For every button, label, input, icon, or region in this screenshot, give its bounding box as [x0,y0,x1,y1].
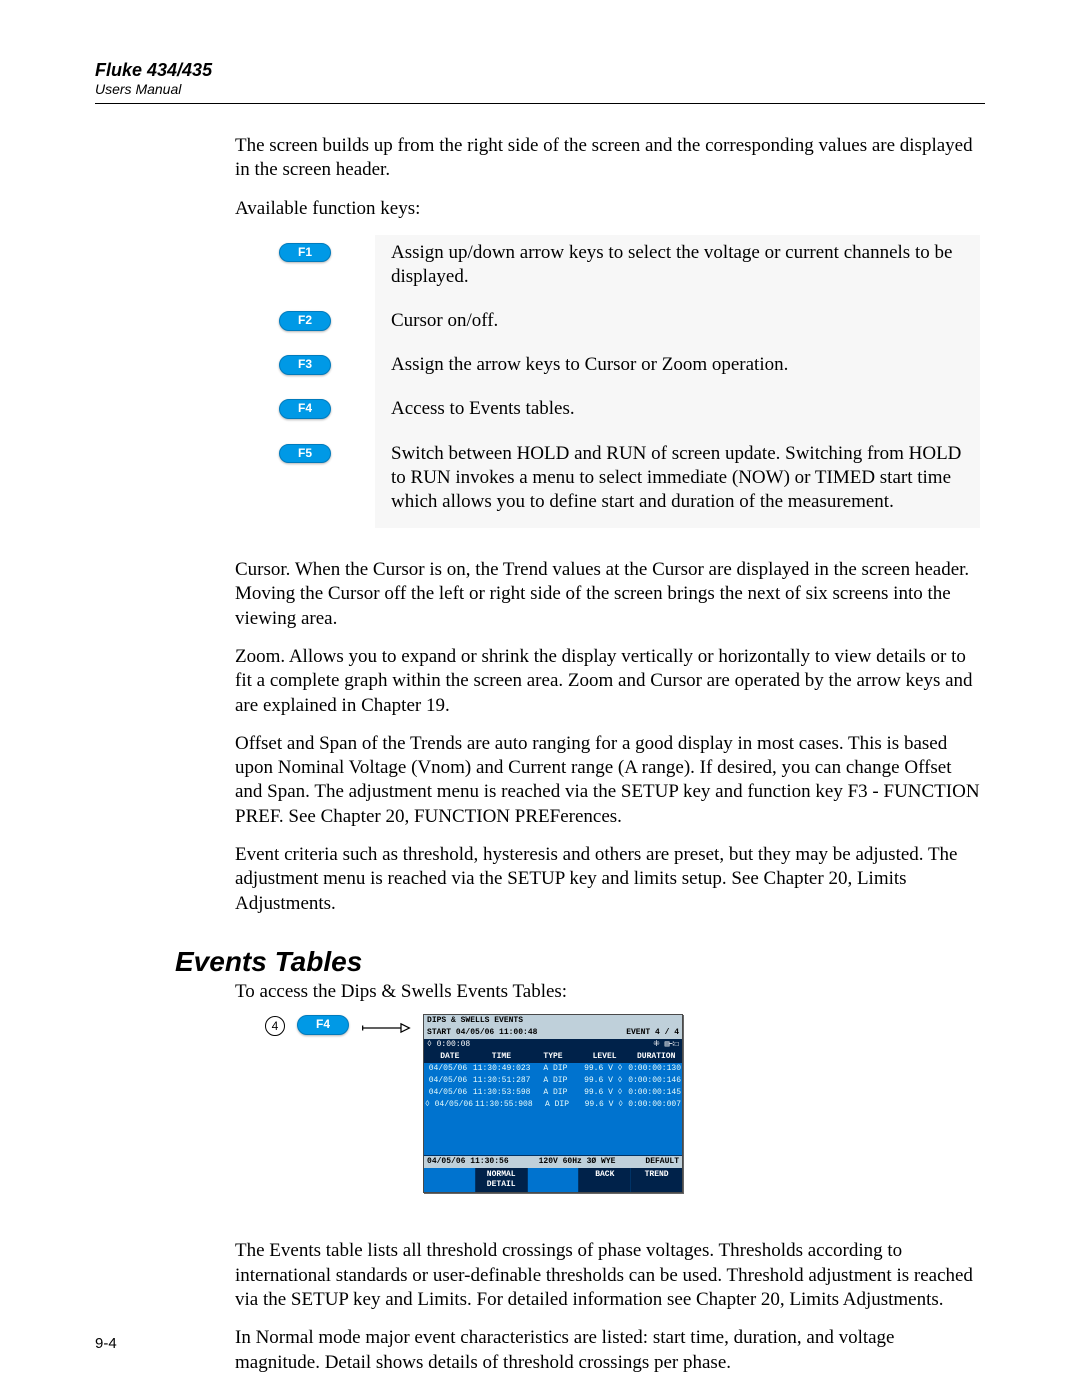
screen-event-area: 04/05/0611:30:49:023A DIP99.6 V ◊0:00:00… [424,1063,682,1155]
col-time: TIME [476,1051,528,1063]
header-divider [95,103,985,104]
softkey-3 [528,1168,580,1192]
screen-elapsed: ◊ 0:00:08 [427,1040,470,1050]
doc-title: Users Manual [95,81,985,97]
table-row: F1 Assign up/down arrow keys to select t… [235,235,980,303]
event-row: 04/05/0611:30:49:023A DIP99.6 V ◊0:00:00… [424,1063,682,1075]
access-line: To access the Dips & Swells Events Table… [235,980,980,1004]
col-type: TYPE [527,1051,579,1063]
screen-status-icons: ⁜ ▥∹☐ [653,1040,679,1050]
f1-description: Assign up/down arrow keys to select the … [375,235,980,303]
table-row: F5 Switch between HOLD and RUN of screen… [235,436,980,528]
softkey-1 [424,1168,476,1192]
page-number: 9-4 [95,1335,117,1352]
event-row: 04/05/0611:30:51:287A DIP99.6 V ◊0:00:00… [424,1075,682,1087]
softkey-2: NORMAL DETAIL [476,1168,528,1192]
fn-keys-lead: Available function keys: [235,197,980,221]
softkey-4: BACK [579,1168,631,1192]
f3-key-icon: F3 [279,355,331,374]
screen-start: START 04/05/06 11:00:48 [427,1028,537,1038]
event-row: 04/05/0611:30:53:598A DIP99.6 V ◊0:00:00… [424,1087,682,1099]
f2-description: Cursor on/off. [375,303,980,347]
f3-description: Assign the arrow keys to Cursor or Zoom … [375,347,980,391]
col-duration: DURATION [630,1051,682,1063]
col-date: DATE [424,1051,476,1063]
section-heading-events-tables: Events Tables [175,946,985,978]
screen-softkeys: NORMAL DETAIL BACK TREND [424,1168,682,1192]
table-row: F4 Access to Events tables. [235,391,980,435]
screen-column-headers: DATE TIME TYPE LEVEL DURATION [424,1051,682,1063]
f4-key-icon: F4 [279,399,331,418]
f5-key-icon: F5 [279,444,331,463]
function-key-table: F1 Assign up/down arrow keys to select t… [235,235,980,528]
zoom-paragraph: Zoom. Allows you to expand or shrink the… [235,645,980,718]
event-row: ◊ 04/05/0611:30:55:908A DIP99.6 V ◊0:00:… [424,1099,682,1111]
f5-description: Switch between HOLD and RUN of screen up… [375,436,980,528]
f4-description: Access to Events tables. [375,391,980,435]
screen-status-bar: 04/05/06 11:30:56 120V 60Hz 3Ø WYE DEFAU… [424,1155,682,1168]
table-row: F2 Cursor on/off. [235,303,980,347]
access-line-block: To access the Dips & Swells Events Table… [235,980,980,1375]
step-f4-key-icon: F4 [297,1015,349,1034]
step-number-icon: 4 [265,1016,285,1036]
f2-key-icon: F2 [279,311,331,330]
softkey-5: TREND [631,1168,682,1192]
screen-event-count: EVENT 4 / 4 [626,1028,679,1038]
running-header: Fluke 434/435 Users Manual [95,60,985,97]
access-step-row: 4 F4 DIPS & SWELLS EVENTS START 04/05/06… [265,1014,980,1193]
table-row: F3 Assign the arrow keys to Cursor or Zo… [235,347,980,391]
body-column: The screen builds up from the right side… [235,134,980,916]
intro-paragraph: The screen builds up from the right side… [235,134,980,183]
page: Fluke 434/435 Users Manual The screen bu… [0,0,1080,1397]
screen-title: DIPS & SWELLS EVENTS [427,1016,523,1026]
arrow-right-icon [361,1018,411,1032]
col-level: LEVEL [579,1051,631,1063]
criteria-paragraph: Event criteria such as threshold, hyster… [235,843,980,916]
f1-key-icon: F1 [279,243,331,262]
cursor-paragraph: Cursor. When the Cursor is on, the Trend… [235,558,980,631]
instrument-screenshot: DIPS & SWELLS EVENTS START 04/05/06 11:0… [423,1014,683,1193]
after-figure-text: The Events table lists all threshold cro… [235,1239,980,1375]
product-name: Fluke 434/435 [95,60,985,81]
events-table-paragraph: The Events table lists all threshold cro… [235,1239,980,1312]
normal-mode-paragraph: In Normal mode major event characteristi… [235,1326,980,1375]
offset-paragraph: Offset and Span of the Trends are auto r… [235,732,980,829]
